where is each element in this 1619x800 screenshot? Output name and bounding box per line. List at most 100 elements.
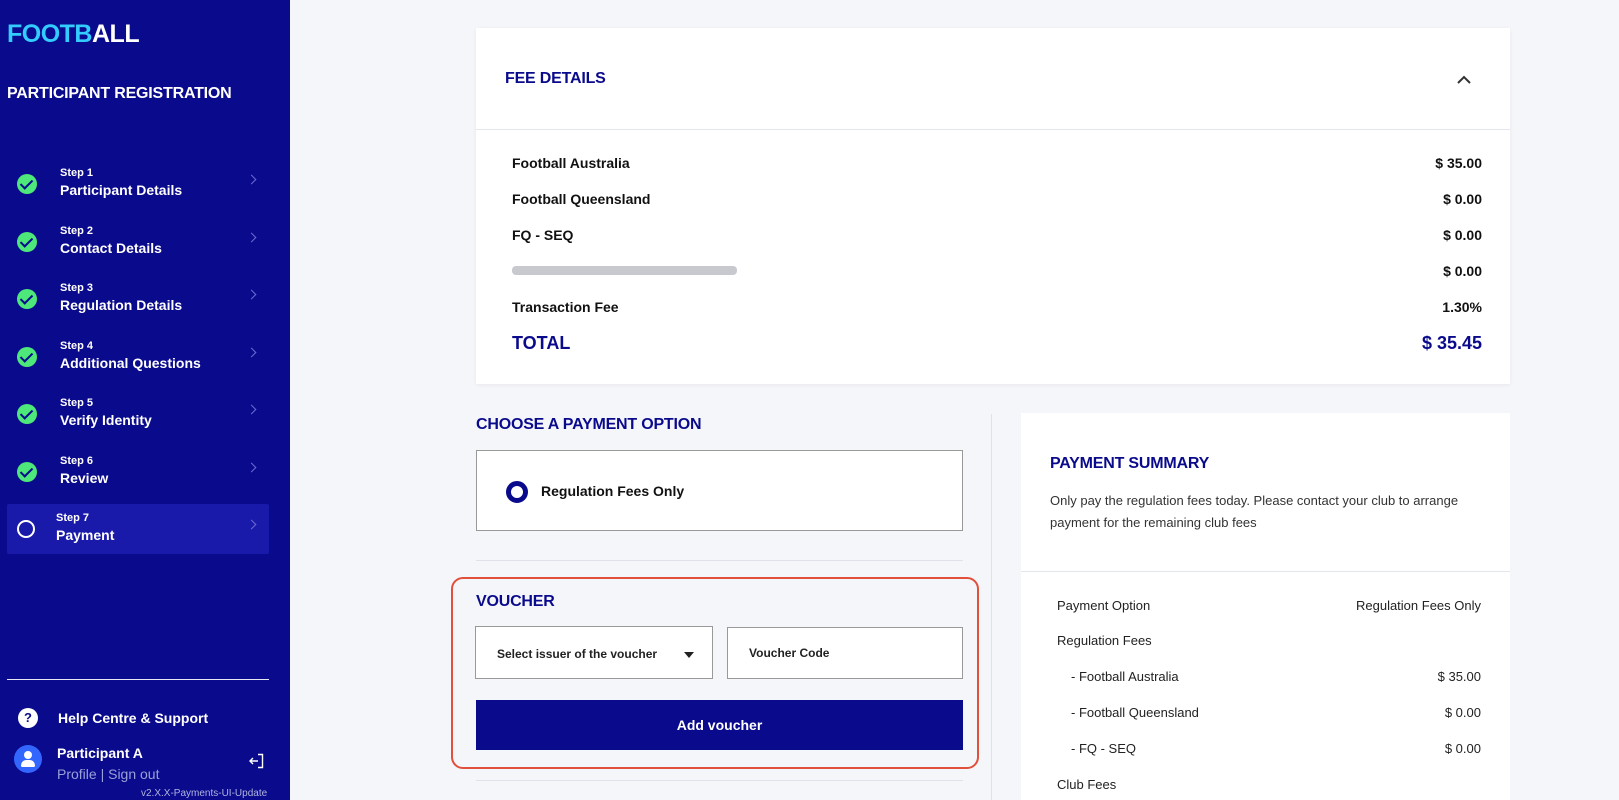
fee-row: Football Queensland $ 0.00 (512, 191, 1482, 207)
football-logo[interactable]: FOOTBALL (7, 20, 140, 49)
fee-row: Transaction Fee 1.30% (512, 299, 1482, 315)
payment-option-title: CHOOSE A PAYMENT OPTION (476, 416, 702, 433)
summary-row: - Football Australia $ 35.00 (1057, 669, 1481, 684)
payment-option-label: Regulation Fees Only (541, 483, 685, 499)
user-avatar-icon (14, 745, 42, 773)
profile-link[interactable]: Profile (57, 766, 97, 782)
column-divider (991, 414, 992, 800)
summary-value: $ 35.00 (1437, 669, 1481, 684)
fee-value: $ 0.00 (1443, 263, 1482, 279)
fee-label: Football Australia (512, 155, 630, 171)
link-separator: | (100, 766, 105, 782)
voucher-title: VOUCHER (476, 593, 555, 610)
step-name: Verify Identity (60, 412, 152, 428)
total-value: $ 35.45 (1421, 333, 1482, 353)
fee-row: FQ - SEQ $ 0.00 (512, 227, 1482, 243)
payment-summary-description: Only pay the regulation fees today. Plea… (1050, 493, 1459, 530)
check-circle-icon (17, 289, 37, 309)
help-centre-link[interactable]: ? Help Centre & Support (18, 708, 208, 728)
sidebar-title: PARTICIPANT REGISTRATION (7, 85, 232, 102)
summary-label: Club Fees (1057, 777, 1117, 792)
logo-text-part1: FOOTB (7, 20, 93, 48)
summary-row: - Football Queensland $ 0.00 (1057, 705, 1481, 720)
add-voucher-button[interactable]: Add voucher (476, 700, 963, 750)
chevron-right-icon (246, 347, 257, 357)
step-name: Participant Details (60, 182, 183, 198)
sign-out-icon[interactable] (248, 753, 264, 769)
step-item-review[interactable]: Step 6 Review (7, 447, 269, 497)
section-divider (476, 560, 963, 561)
check-circle-icon (17, 461, 37, 482)
voucher-code-input[interactable] (727, 627, 963, 679)
chevron-right-icon (246, 174, 257, 185)
user-links: Profile | Sign out (57, 766, 159, 782)
summary-label: - Football Australia (1071, 669, 1179, 684)
step-item-contact-details[interactable]: Step 2 Contact Details (7, 217, 269, 267)
user-name: Participant A (57, 745, 143, 761)
payment-summary-card: PAYMENT SUMMARY Only pay the regulation … (1021, 413, 1510, 800)
summary-row: - FQ - SEQ $ 0.00 (1057, 741, 1481, 756)
step-name: Additional Questions (60, 354, 201, 371)
summary-value: $ 0.00 (1444, 741, 1481, 756)
payment-option-regulation-fees[interactable]: Regulation Fees Only (476, 450, 963, 531)
chevron-right-icon (246, 289, 257, 300)
fee-details-title: FEE DETAILS (505, 70, 606, 87)
step-item-regulation-details[interactable]: Step 3 Regulation Details (7, 274, 269, 324)
sign-out-link[interactable]: Sign out (108, 766, 159, 782)
summary-divider (1021, 571, 1510, 572)
step-number: Step 2 (60, 224, 94, 237)
step-item-participant-details[interactable]: Step 1 Participant Details (7, 159, 269, 209)
fee-details-card: FEE DETAILS Football Australia $ 35.00 F… (476, 28, 1510, 384)
step-list: Step 1 Participant Details Step 2 Contac… (7, 159, 269, 562)
chevron-up-icon[interactable] (1457, 73, 1471, 87)
fee-row: Football Australia $ 35.00 (512, 155, 1482, 171)
chevron-right-icon (246, 404, 257, 415)
voucher-issuer-placeholder: Select issuer of the voucher (497, 647, 658, 661)
payment-summary-title: PAYMENT SUMMARY (1050, 455, 1210, 472)
empty-circle-icon (17, 520, 35, 538)
check-circle-icon (17, 404, 37, 424)
step-name: Payment (56, 527, 115, 543)
radio-selected-icon[interactable] (506, 481, 528, 503)
voucher-issuer-select[interactable]: Select issuer of the voucher (475, 626, 713, 679)
fee-value: $ 0.00 (1443, 227, 1482, 243)
sidebar: FOOTBALL PARTICIPANT REGISTRATION Step 1… (0, 0, 290, 800)
fee-row: $ 0.00 (512, 263, 1482, 279)
fee-details-header[interactable]: FEE DETAILS (476, 28, 1510, 130)
summary-label: Payment Option (1057, 598, 1151, 613)
summary-value: $ 0.00 (1444, 705, 1481, 720)
fee-value: $ 35.00 (1435, 155, 1482, 171)
total-label: TOTAL (512, 333, 571, 353)
summary-label: - FQ - SEQ (1071, 741, 1136, 756)
step-item-payment[interactable]: Step 7 Payment (7, 504, 269, 554)
version-label: v2.X.X-Payments-UI-Update (141, 788, 268, 799)
summary-row: Club Fees (1057, 777, 1481, 792)
summary-label: - Football Queensland (1071, 705, 1199, 720)
step-name: Review (60, 469, 109, 486)
step-number: Step 3 (60, 282, 94, 294)
summary-value: Regulation Fees Only (1355, 598, 1481, 613)
chevron-right-icon (246, 232, 257, 242)
help-icon: ? (18, 708, 38, 728)
redacted-club-name (512, 266, 737, 275)
summary-row: Regulation Fees (1057, 633, 1481, 648)
summary-row: Payment Option Regulation Fees Only (1057, 598, 1481, 613)
logo-text-part2: ALL (92, 20, 140, 48)
chevron-right-icon (246, 462, 257, 472)
fee-label: FQ - SEQ (512, 227, 574, 243)
sidebar-divider (7, 679, 269, 680)
step-name: Regulation Details (60, 297, 183, 313)
step-item-verify-identity[interactable]: Step 5 Verify Identity (7, 389, 269, 439)
caret-down-icon (684, 652, 694, 658)
step-number: Step 6 (60, 454, 94, 467)
fee-total-row: TOTAL $ 35.45 (512, 333, 1482, 354)
chevron-right-icon (246, 519, 257, 530)
fee-value: $ 0.00 (1443, 191, 1482, 207)
summary-label: Regulation Fees (1057, 633, 1152, 648)
help-centre-label: Help Centre & Support (58, 710, 209, 726)
step-item-additional-questions[interactable]: Step 4 Additional Questions (7, 332, 269, 382)
step-number: Step 4 (60, 339, 94, 352)
check-circle-icon (17, 174, 37, 194)
fee-label: Transaction Fee (512, 299, 619, 315)
fee-label: Football Queensland (512, 191, 651, 207)
